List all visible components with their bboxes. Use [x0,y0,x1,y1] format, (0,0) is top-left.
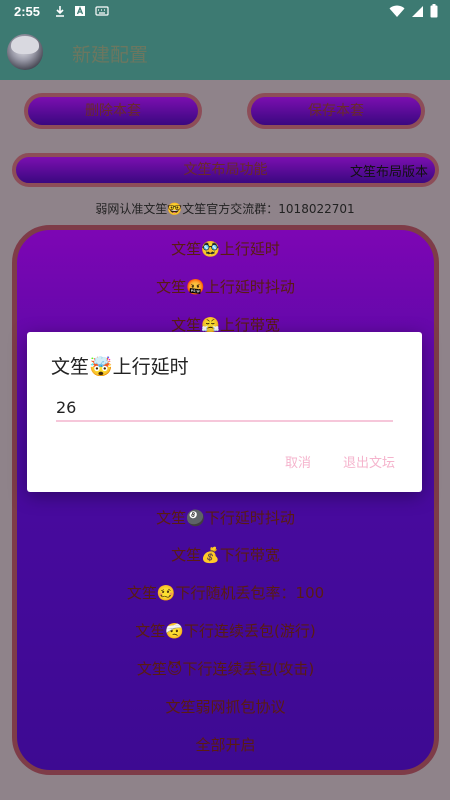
list-item[interactable]: 文笙🥸上行延时 [17,238,434,259]
dialog-title: 文笙🤯上行延时 [51,356,189,378]
list-item[interactable]: 文笙🎱下行延时抖动 [17,507,434,528]
group-notice: 弱网认准文笙🤓文笙官方交流群：1018022701 [95,202,355,216]
a-box-icon [75,6,85,16]
status-right-icons [389,4,438,18]
keyboard-icon [95,6,109,16]
battery-icon [430,4,438,18]
download-icon [56,6,64,17]
list-item[interactable]: 文笙😈下行连续丢包(攻击) [17,658,434,679]
delete-set-button[interactable]: 删除本套 [24,93,202,129]
list-item[interactable]: 文笙💰下行带宽 [17,544,434,565]
save-set-button[interactable]: 保存本套 [247,93,425,129]
list-item[interactable]: 文笙弱网抓包协议 [17,696,434,717]
list-item[interactable]: 文笙🥴下行随机丢包率：100 [17,582,434,603]
list-item[interactable]: 文笙🤕下行连续丢包(游行) [17,620,434,641]
page-title: 新建配置 [72,44,149,66]
app-bar: 新建配置 [0,24,450,80]
layout-version-label[interactable]: 文笙布局版本 [350,161,428,180]
status-bar: 2:55 [0,0,450,24]
cell-signal-icon [412,5,423,17]
quit-button[interactable]: 退出文坛 [343,452,395,471]
settings-panel: 文笙🥸上行延时 文笙🤬上行延时抖动 文笙😤上行带宽 文笙🎱下行延时抖动 文笙💰下… [12,225,439,775]
wifi-icon [389,5,405,17]
status-time: 2:55 [14,4,41,19]
list-item[interactable]: 全部开启 [17,734,434,755]
edit-dialog: 文笙🤯上行延时 取消 退出文坛 [27,332,422,492]
value-input[interactable] [56,394,393,422]
avatar[interactable] [7,34,43,70]
list-item[interactable]: 文笙🤬上行延时抖动 [17,276,434,297]
cancel-button[interactable]: 取消 [285,452,311,471]
